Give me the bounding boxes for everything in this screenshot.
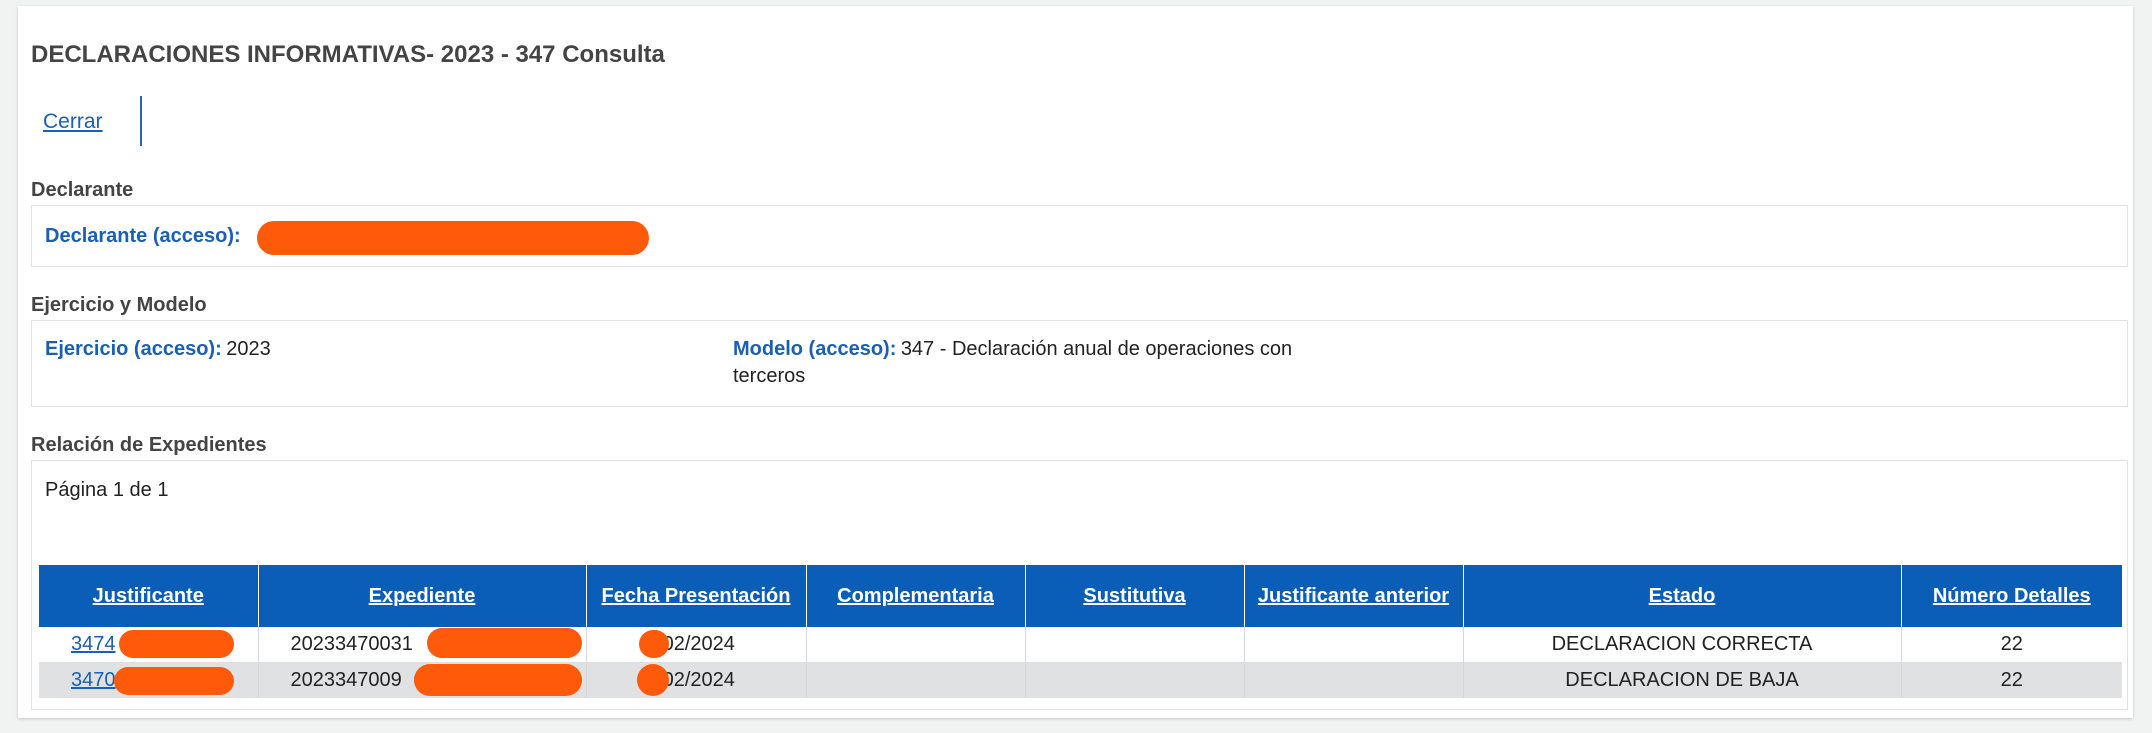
justificante-anterior-cell — [1243, 662, 1463, 698]
redaction-mark — [114, 667, 234, 695]
sustitutiva-cell — [1024, 662, 1244, 698]
justificante-cell: 3474 — [39, 627, 258, 663]
complementaria-cell — [805, 662, 1025, 698]
page-title: DECLARACIONES INFORMATIVAS- 2023 - 347 C… — [31, 41, 665, 68]
redaction-mark — [413, 664, 582, 696]
ejercicio-label: Ejercicio (acceso): — [45, 338, 222, 360]
expedientes-table: Justificante Expediente Fecha Presentaci… — [39, 565, 2122, 698]
table-row: 3470 2023347009 /02/2024 DECLARACION DE — [39, 662, 2122, 698]
numero-detalles-cell: 22 — [1900, 627, 2122, 663]
estado-cell: DECLARACION DE BAJA — [1462, 662, 1901, 698]
justificante-link[interactable]: 3474 — [71, 633, 116, 655]
column-header-fecha-presentacion[interactable]: Fecha Presentación — [585, 565, 806, 627]
column-header-sustitutiva[interactable]: Sustitutiva — [1024, 565, 1244, 627]
modelo-label: Modelo (acceso): — [733, 338, 897, 360]
complementaria-cell — [805, 627, 1025, 663]
section-label-declarante: Declarante — [31, 179, 134, 201]
justificante-cell: 3470 — [39, 662, 258, 698]
ejercicio-field: Ejercicio (acceso): 2023 — [45, 338, 271, 361]
main-panel: DECLARACIONES INFORMATIVAS- 2023 - 347 C… — [18, 6, 2133, 718]
column-header-numero-detalles[interactable]: Número Detalles — [1900, 565, 2122, 627]
ejercicio-modelo-box: Ejercicio (acceso): 2023 Modelo (acceso)… — [31, 320, 2128, 407]
fecha-value: /02/2024 — [657, 669, 735, 691]
expediente-value: 2023347009 — [290, 669, 402, 691]
section-label-ejercicio-modelo: Ejercicio y Modelo — [31, 294, 207, 316]
fecha-cell: /02/2024 — [585, 662, 806, 698]
numero-detalles-cell: 22 — [1900, 662, 2122, 698]
redaction-mark — [426, 628, 582, 658]
expediente-cell: 20233470031 — [257, 627, 586, 663]
justificante-link[interactable]: 3470 — [71, 669, 116, 691]
column-header-expediente[interactable]: Expediente — [257, 565, 586, 627]
justificante-anterior-cell — [1243, 627, 1463, 663]
section-label-expedientes: Relación de Expedientes — [31, 434, 267, 456]
modelo-value-line2: terceros — [733, 365, 806, 387]
table-header-row: Justificante Expediente Fecha Presentaci… — [39, 565, 2122, 627]
close-link[interactable]: Cerrar — [43, 110, 103, 134]
expedientes-box: Página 1 de 1 Justificante Expediente Fe… — [31, 460, 2128, 710]
toolbar: Cerrar — [31, 96, 142, 148]
redaction-mark — [119, 630, 234, 658]
declarante-label: Declarante (acceso): — [45, 225, 241, 247]
redaction-mark — [638, 630, 669, 658]
redaction-mark — [636, 664, 669, 696]
table-row: 3474 20233470031 /02/2024 DECLARACION CO… — [39, 627, 2122, 663]
column-header-estado[interactable]: Estado — [1462, 565, 1901, 627]
estado-cell: DECLARACION CORRECTA — [1462, 627, 1901, 663]
declarante-box: Declarante (acceso): — [31, 205, 2128, 267]
sustitutiva-cell — [1024, 627, 1244, 663]
page-info: Página 1 de 1 — [45, 479, 169, 501]
column-header-complementaria[interactable]: Complementaria — [805, 565, 1025, 627]
redaction-mark — [257, 221, 649, 255]
fecha-value: /02/2024 — [657, 633, 735, 655]
expediente-value: 20233470031 — [290, 633, 413, 655]
modelo-field: Modelo (acceso): 347 - Declaración anual… — [733, 338, 1292, 361]
fecha-cell: /02/2024 — [585, 627, 806, 663]
modelo-value-line1: 347 - Declaración anual de operaciones c… — [900, 338, 1293, 360]
column-header-justificante-anterior[interactable]: Justificante anterior — [1243, 565, 1463, 627]
column-header-justificante[interactable]: Justificante — [39, 565, 258, 627]
ejercicio-value: 2023 — [226, 338, 271, 360]
toolbar-divider — [140, 96, 142, 146]
expediente-cell: 2023347009 — [257, 662, 586, 698]
